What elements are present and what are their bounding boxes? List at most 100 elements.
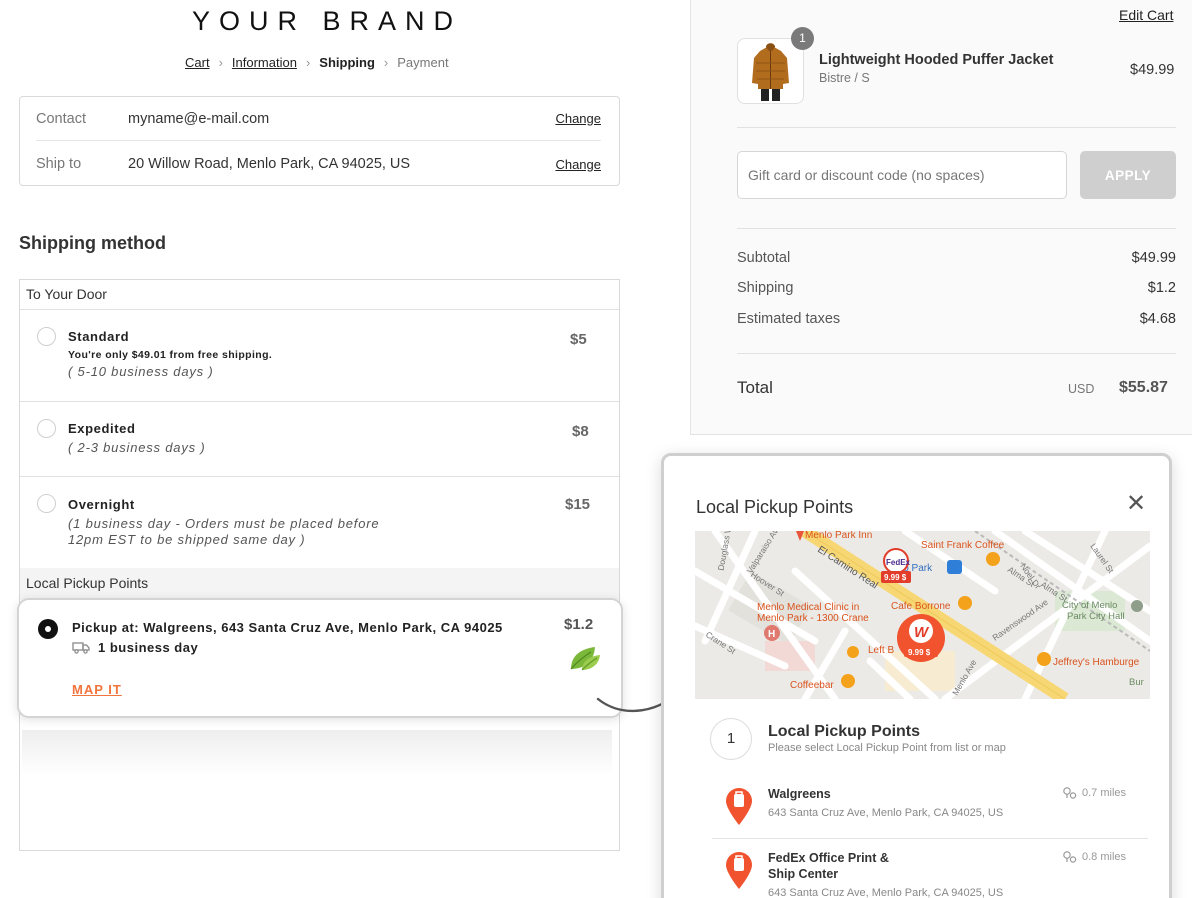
discount-code-input[interactable]	[737, 151, 1067, 199]
walgreens-logo-text: W	[914, 624, 930, 641]
expedited-price: $8	[572, 423, 589, 440]
pickup-location-fedex[interactable]: FedEx Office Print & Ship Center 643 San…	[712, 850, 1148, 898]
overnight-radio[interactable]	[37, 494, 56, 513]
brand-logo: YOUR BRAND	[192, 6, 463, 36]
divider	[737, 228, 1176, 229]
chevron-right-icon: ›	[218, 55, 223, 70]
map-place-label: Bur	[1129, 677, 1144, 688]
step-title: Local Pickup Points	[768, 723, 921, 740]
location-pin-icon	[726, 788, 752, 825]
walgreens-map-pin: W 9.99 $	[897, 614, 945, 662]
standard-radio[interactable]	[37, 327, 56, 346]
expedited-radio[interactable]	[37, 419, 56, 438]
product-variant: Bistre / S	[819, 71, 870, 85]
truck-icon	[72, 642, 90, 654]
location-name-line1: FedEx Office Print &	[768, 851, 889, 865]
location-name: Walgreens	[768, 787, 831, 801]
location-name: FedEx Office Print & Ship Center	[768, 850, 928, 882]
shipping-value: $1.2	[1147, 280, 1176, 296]
pickup-location-walgreens[interactable]: Walgreens 643 Santa Cruz Ave, Menlo Park…	[712, 786, 1148, 836]
map-place-label: Menlo Park - 1300 Crane	[757, 613, 869, 624]
taxes-row: Estimated taxes $4.68	[737, 311, 1176, 327]
door-group-title: To Your Door	[26, 286, 107, 302]
overnight-title: Overnight	[68, 497, 135, 512]
location-pin-icon	[726, 852, 752, 889]
apply-discount-button[interactable]: APPLY	[1080, 151, 1176, 199]
change-contact-link[interactable]: Change	[555, 111, 601, 126]
ship-to-label: Ship to	[36, 156, 82, 172]
pickup-group-header: Local Pickup Points	[20, 568, 619, 600]
overnight-days-line1: (1 business day - Orders must be placed …	[68, 516, 380, 531]
fedex-logo-text: FedEx	[886, 558, 911, 567]
close-icon[interactable]: ✕	[1126, 492, 1146, 516]
pickup-price: $1.2	[564, 616, 594, 633]
map-place-label: Saint Frank Coffee	[921, 540, 1005, 551]
fedex-map-pin: FedEx 9.99 $	[881, 548, 911, 583]
map-place-label: Menlo Park Inn	[805, 531, 872, 541]
location-distance-text: 0.7 miles	[1082, 787, 1127, 799]
divider	[712, 838, 1148, 839]
pickup-map[interactable]: Douglass Way Valparaiso Ave Hoover St Cr…	[695, 531, 1150, 699]
standard-title: Standard	[68, 329, 130, 344]
svg-text:H: H	[768, 629, 775, 640]
contact-summary: Contact myname@e-mail.com Change Ship to…	[19, 96, 620, 186]
map-place-label: Park City Hall	[1067, 611, 1125, 622]
standard-price: $5	[570, 331, 587, 348]
subtotal-value: $49.99	[1131, 250, 1176, 266]
total-value: $55.87	[1119, 379, 1168, 396]
card-shadow	[22, 730, 612, 775]
taxes-value: $4.68	[1139, 311, 1176, 327]
eco-leaf-icon	[570, 647, 600, 671]
pickup-group-title: Local Pickup Points	[26, 575, 149, 591]
quantity-badge: 1	[791, 27, 814, 50]
location-address: 643 Santa Cruz Ave, Menlo Park, CA 94025…	[768, 887, 1004, 898]
change-ship-to-link[interactable]: Change	[555, 157, 601, 172]
pickup-option-card[interactable]: Pickup at: Walgreens, 643 Santa Cruz Ave…	[17, 598, 623, 718]
breadcrumb-payment: Payment	[397, 55, 449, 70]
location-address: 643 Santa Cruz Ave, Menlo Park, CA 94025…	[768, 807, 1004, 819]
map-it-link[interactable]: MAP IT	[72, 682, 122, 697]
expedited-title: Expedited	[68, 421, 136, 436]
breadcrumb-shipping: Shipping	[319, 55, 375, 70]
product-name: Lightweight Hooded Puffer Jacket	[819, 52, 1054, 68]
map-place-label: Cafe Borrone	[891, 601, 951, 612]
divider	[737, 127, 1176, 128]
standard-days: ( 5-10 business days )	[68, 364, 214, 379]
step-subtitle: Please select Local Pickup Point from li…	[768, 742, 1006, 754]
distance-pins-icon	[1063, 851, 1077, 863]
shipping-method-heading: Shipping method	[19, 233, 166, 253]
overnight-price: $15	[565, 496, 591, 513]
breadcrumb-cart[interactable]: Cart	[185, 55, 210, 70]
breadcrumb-information[interactable]: Information	[232, 55, 297, 70]
map-place-label: Left B	[868, 645, 894, 656]
location-distance: 0.8 miles	[1062, 850, 1126, 864]
chevron-right-icon: ›	[383, 55, 389, 70]
subtotal-row: Subtotal $49.99	[737, 250, 1176, 266]
pickup-radio-selected[interactable]	[38, 619, 58, 639]
fedex-price-tag: 9.99 $	[884, 573, 907, 582]
taxes-label: Estimated taxes	[737, 311, 841, 327]
pickup-points-modal: Local Pickup Points ✕ Douglass Way Valpa…	[661, 453, 1172, 898]
shipping-label: Shipping	[737, 280, 794, 296]
overnight-days-line2: 12pm EST to be shipped same day )	[68, 532, 306, 547]
location-distance: 0.7 miles	[1062, 786, 1126, 800]
map-place-label: Coffeebar	[790, 680, 834, 691]
total-currency: USD	[1068, 382, 1095, 396]
shipping-row: Shipping $1.2	[737, 280, 1176, 296]
ship-to-row: Ship to 20 Willow Road, Menlo Park, CA 9…	[36, 142, 601, 186]
expedited-days: ( 2-3 business days )	[68, 440, 206, 455]
divider	[20, 476, 619, 477]
divider	[20, 401, 619, 402]
total-label: Total	[737, 378, 773, 397]
modal-title: Local Pickup Points	[696, 497, 854, 517]
free-shipping-note: You're only $49.01 from free shipping.	[68, 349, 273, 361]
location-name-line2: Ship Center	[768, 867, 839, 881]
product-thumbnail	[737, 38, 804, 104]
location-distance-text: 0.8 miles	[1082, 851, 1127, 863]
edit-cart-link[interactable]: Edit Cart	[1119, 7, 1173, 23]
order-summary: Edit Cart 1 Lightweight Hooded Puffer Ja…	[690, 0, 1192, 435]
map-place-label: City of Menlo	[1062, 600, 1117, 611]
contact-row: Contact myname@e-mail.com Change	[36, 97, 601, 141]
divider	[737, 353, 1176, 354]
pickup-delivery-time: 1 business day	[72, 640, 198, 655]
